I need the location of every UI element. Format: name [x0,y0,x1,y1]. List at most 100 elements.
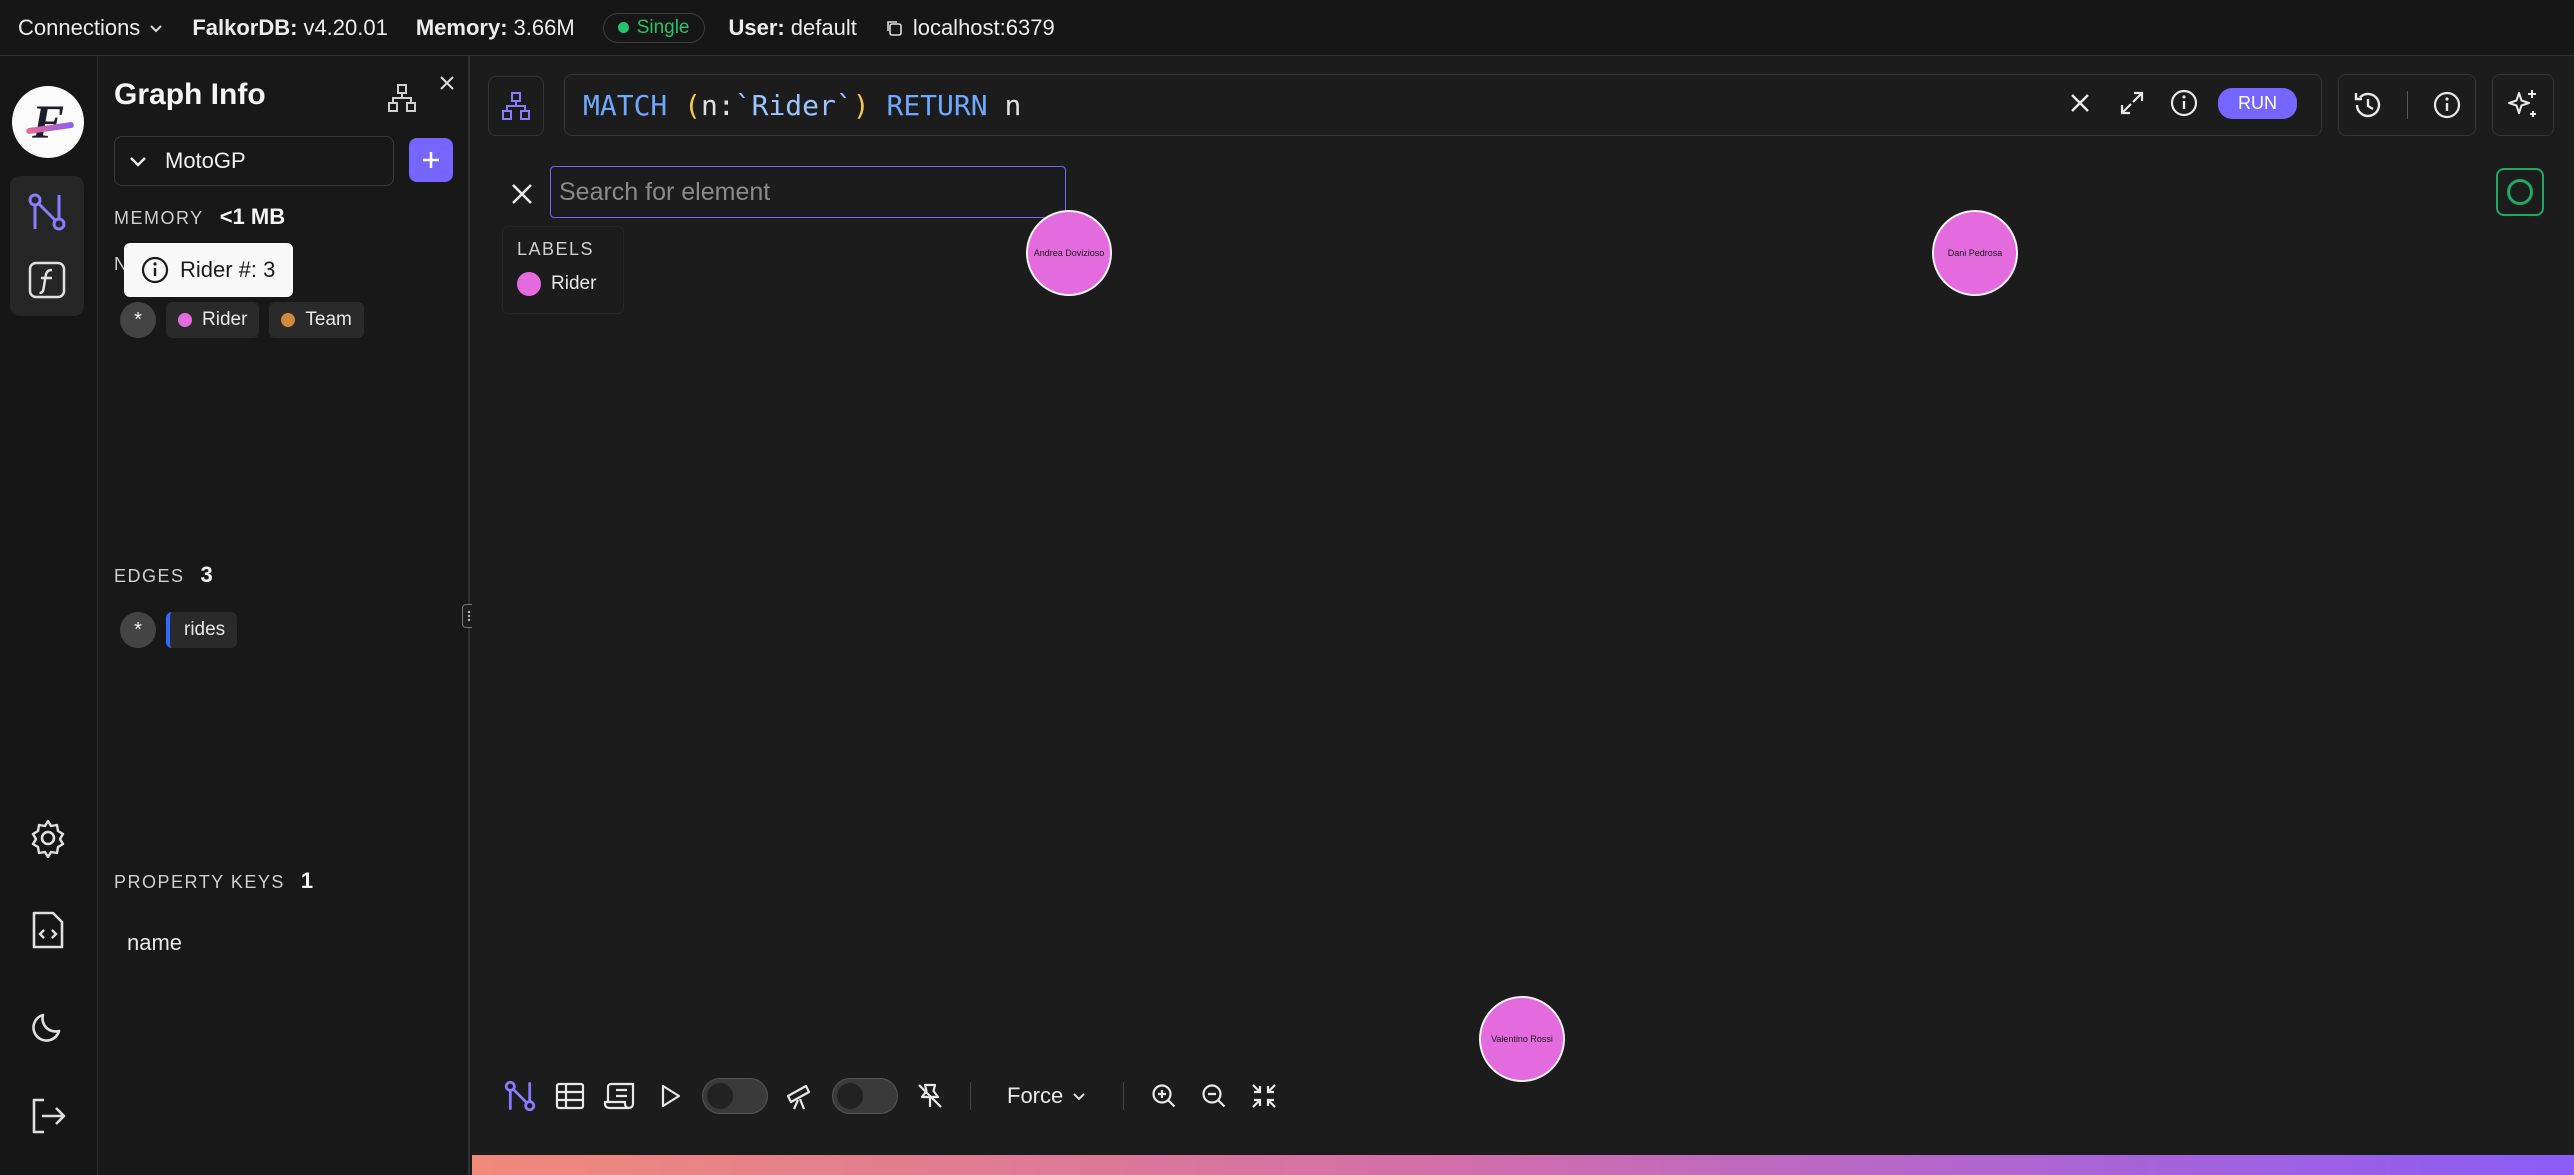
logout-button[interactable] [18,1086,78,1146]
copy-icon [887,20,902,36]
label-color-dot [178,313,192,327]
unpin-all-button[interactable] [912,1078,948,1114]
top-bar: Connections FalkorDB: v4.20.01 Memory: 3.6… [0,0,2574,56]
query-actions: RUN [2062,85,2297,121]
all-edges-chip[interactable]: * [120,612,156,648]
zoom-in-button[interactable] [1146,1078,1182,1114]
legend-item-rider[interactable]: Rider [517,272,623,296]
function-icon [28,261,66,299]
zoom-in-icon [1152,1084,1176,1108]
table-icon [555,1082,585,1110]
play-icon [661,1084,681,1108]
property-keys-section: PROPERTY KEYS 1 [114,868,314,893]
close-icon [2071,94,2089,112]
graph-view-button[interactable] [502,1078,538,1114]
info-icon [2170,89,2198,117]
chevron-down-icon [150,24,163,32]
node-labels-row: * Rider Team [120,302,364,338]
plus-icon [423,152,439,168]
graph-node[interactable]: Andrea Dovizioso [1026,210,1112,296]
memory-usage: Memory: 3.66M [415,14,575,40]
label-chip-team[interactable]: Team [269,302,364,338]
connections-label: Connections [18,14,141,40]
table-view-button[interactable] [552,1078,588,1114]
theme-toggle-button[interactable] [18,996,78,1056]
edge-chip-rides[interactable]: rides [166,612,238,648]
graph-info-panel: Graph Info MotoGP MEMORY <1 MB N Rider #… [98,56,470,1175]
cooldown-indicator[interactable] [2496,168,2544,216]
zoom-out-button[interactable] [1196,1078,1232,1114]
query-history-button[interactable] [2350,87,2386,123]
history-info-group [2338,74,2476,136]
current-user: User: default [728,14,857,40]
edge-types-row: * rides [120,612,238,648]
clear-query-button[interactable] [2062,85,2098,121]
ai-assistant-button[interactable] [2492,74,2554,136]
telescope-icon [786,1084,811,1110]
graph-node[interactable]: Dani Pedrosa [1932,210,2018,296]
graph-sliders-icon [504,1080,536,1112]
left-rail: F [0,56,98,1175]
query-editor[interactable]: MATCH (n: `Rider`) RETURN n RUN [564,74,2322,136]
nav-group [10,176,84,316]
gear-icon [31,819,65,858]
toggle-knob [837,1083,863,1109]
property-key-name[interactable]: name [127,930,182,956]
graph-nav-button[interactable] [17,182,77,242]
canvas-toolbar: Force [502,1066,1282,1126]
legend-header: LABELS [517,239,595,259]
scroll-icon [603,1082,635,1110]
divider [2406,91,2408,119]
docs-button[interactable] [18,900,78,960]
connections-menu[interactable]: Connections [18,15,164,41]
metadata-view-button[interactable] [602,1078,638,1114]
explore-button[interactable] [782,1078,818,1114]
animation-play-button[interactable] [652,1078,688,1114]
moon-icon [32,1013,61,1042]
settings-button[interactable] [18,808,78,868]
function-nav-button[interactable] [17,250,77,310]
logout-icon [32,1098,66,1134]
zoom-out-icon [1202,1084,1226,1108]
maximize-editor-button[interactable] [2114,85,2150,121]
expand-icon [2120,91,2144,115]
host-copy[interactable]: localhost:6379 [885,15,1055,41]
all-labels-chip[interactable]: * [120,302,156,338]
close-icon [440,76,454,90]
info-icon [141,256,169,284]
graph-canvas[interactable]: MATCH (n: `Rider`) RETURN n RUN Search f… [472,56,2574,1175]
graph-name: MotoGP [165,148,246,173]
schema-view-button[interactable] [384,80,420,116]
mode-badge: Single [602,12,705,43]
element-search-input[interactable] [550,166,1066,218]
edges-section: EDGES 3 [114,562,213,587]
divider [1123,1082,1125,1110]
add-graph-button[interactable] [409,138,453,182]
status-dot [617,22,629,33]
hierarchy-icon [388,84,416,112]
graph-schema-button[interactable] [488,76,544,136]
layout-selector[interactable]: Force [993,1083,1101,1109]
close-panel-button[interactable] [432,68,462,98]
close-icon [512,184,532,204]
pin-off-icon [918,1083,942,1108]
label-color-dot [281,313,296,327]
animation-toggle[interactable] [702,1078,768,1114]
memory-section: MEMORY <1 MB [114,204,286,229]
panel-title: Graph Info [114,78,266,111]
node-count-tooltip: Rider #: 3 [124,243,294,297]
graph-sliders-icon [28,193,66,231]
explore-toggle[interactable] [832,1078,898,1114]
divider [970,1082,971,1110]
circle-icon [2507,179,2533,205]
graph-selector[interactable]: MotoGP [114,136,394,186]
run-button[interactable]: RUN [2218,87,2297,119]
label-chip-rider[interactable]: Rider [166,302,260,338]
code-file-icon [32,911,64,949]
query-info-button[interactable] [2166,85,2202,121]
center-graph-button[interactable] [1246,1078,1282,1114]
label-color-dot [517,272,541,296]
graph-node[interactable]: Valentino Rossi [1479,996,1565,1082]
close-search-button[interactable] [502,174,542,214]
graph-info-button[interactable] [2429,87,2465,123]
